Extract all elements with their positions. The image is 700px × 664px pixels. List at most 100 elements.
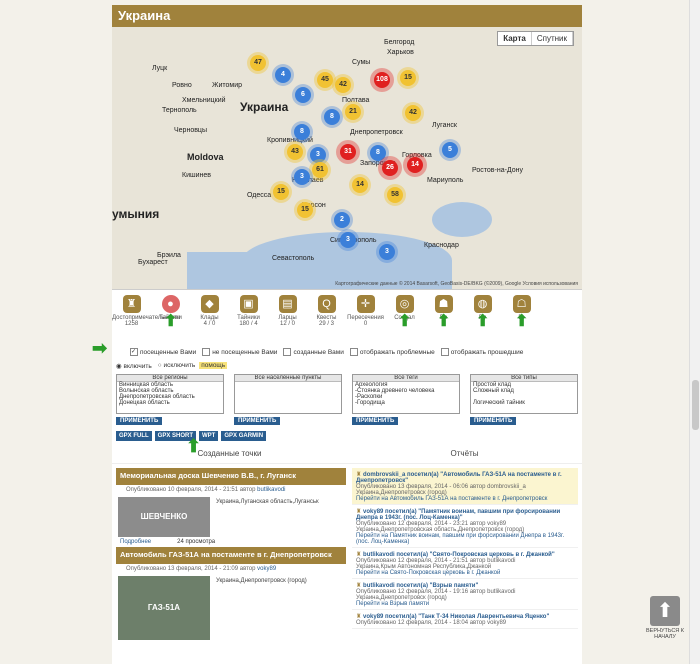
category-filter[interactable]: ▣ Тайники 180 / 4 — [229, 293, 268, 345]
report-goto-link[interactable]: Перейти на Свято-Покровская церковь в г.… — [356, 570, 576, 576]
azov-sea — [432, 202, 492, 237]
point-author-link[interactable]: butlikavodi — [257, 487, 285, 493]
back-to-top-button[interactable]: ⬆ ВЕРНУТЬСЯ К НАЧАЛУ — [646, 596, 684, 640]
map-cluster-marker[interactable]: 61 — [312, 162, 328, 178]
exclude-radio[interactable]: ○ исключить — [158, 362, 195, 369]
listbox-header[interactable]: Все регионы — [117, 375, 223, 382]
apply-button[interactable]: ПРИМЕНИТЬ — [116, 417, 163, 425]
map-cluster-marker[interactable]: 5 — [442, 142, 458, 158]
include-radio[interactable]: ◉ включить — [116, 362, 152, 370]
map-cluster-marker[interactable]: 58 — [387, 187, 403, 203]
map-cluster-marker[interactable]: 15 — [297, 202, 313, 218]
category-filter[interactable]: ◍ Пу ⬆ — [463, 293, 502, 345]
filter-checkbox[interactable] — [202, 348, 211, 356]
report-title-link[interactable]: dombrovskii_a посетил(а) "Автомобиль ГАЗ… — [356, 472, 562, 484]
category-count: 29 / 3 — [318, 321, 334, 327]
map-cluster-marker[interactable]: 2 — [334, 212, 350, 228]
map-cluster-marker[interactable]: 8 — [324, 109, 340, 125]
map-cluster-marker[interactable]: 3 — [294, 169, 310, 185]
gpx-download-button[interactable]: GPX FULL — [116, 431, 152, 441]
map-cluster-marker[interactable]: 47 — [250, 55, 266, 71]
map-cluster-marker[interactable]: 3 — [310, 147, 326, 163]
category-filter[interactable]: ◆ Клады 4 / 0 — [190, 293, 229, 345]
filter-listbox[interactable]: Все регионы Винницкая область Волынская об… — [116, 374, 224, 414]
point-author-link[interactable]: voky89 — [257, 566, 276, 572]
category-count: 12 / 0 — [279, 321, 295, 327]
map-city-label: Полтава — [342, 97, 370, 104]
apply-button[interactable]: ПРИМЕНИТЬ — [470, 417, 517, 425]
map-cluster-marker[interactable]: 3 — [379, 244, 395, 260]
filter-listbox[interactable]: Все населенные пункты — [234, 374, 342, 414]
filter-listbox[interactable]: Все типы Простой клад Сложный клад Логичес… — [470, 374, 578, 414]
map-city-label: Мариуполь — [427, 177, 464, 184]
category-filter[interactable]: Q Квесты 29 / 3 — [307, 293, 346, 345]
more-link[interactable]: Подробнее — [120, 539, 151, 545]
map-city-label: Житомир — [212, 82, 243, 89]
category-count: 0 — [363, 321, 368, 327]
category-filter[interactable]: ♜ Достопримечательности 1258 — [112, 293, 180, 345]
category-filter[interactable]: ● Тайники ⬆ — [151, 293, 190, 345]
map-cluster-marker[interactable]: 8 — [294, 124, 310, 140]
map-cluster-marker[interactable]: 3 — [340, 232, 356, 248]
map-button[interactable]: Карта — [498, 32, 532, 45]
map-cluster-marker[interactable]: 42 — [335, 77, 351, 93]
point-photo[interactable]: ШЕВЧЕНКО — [118, 497, 210, 537]
report-title-link[interactable]: voky89 посетил(а) "Памятник воинам, павш… — [356, 509, 560, 521]
listbox-option[interactable]: -Городища — [353, 400, 459, 406]
point-meta: Опубликовано 13 февраля, 2014 - 21:09 ав… — [126, 566, 277, 572]
satellite-button[interactable]: Спутник — [532, 32, 573, 45]
category-filter[interactable]: ◎ Создал ⬆ — [385, 293, 424, 345]
category-filter[interactable]: ✛ Пересечения 0 — [346, 293, 385, 345]
category-filter[interactable]: ☖ Ге ⬆ — [502, 293, 541, 345]
map[interactable]: Карта Спутник Украина Moldova умыния Луц… — [112, 27, 582, 290]
point-title[interactable]: Автомобиль ГАЗ-51А на постаменте в г. Дн… — [116, 547, 346, 564]
map-cluster-marker[interactable]: 15 — [400, 70, 416, 86]
country-label-ukraine: Украина — [240, 100, 289, 114]
listbox-header[interactable]: Все населенные пункты — [235, 375, 341, 382]
help-link[interactable]: помощь — [199, 362, 228, 369]
map-cluster-marker[interactable]: 108 — [374, 72, 390, 88]
map-cluster-marker[interactable]: 45 — [317, 72, 333, 88]
filter-checkbox[interactable] — [283, 348, 292, 356]
green-arrow-up-icon: ⬆ — [398, 313, 412, 330]
apply-button[interactable]: ПРИМЕНИТЬ — [352, 417, 399, 425]
gpx-download-button[interactable]: GPX GARMIN — [221, 431, 267, 441]
listbox-header[interactable]: Все теги — [353, 375, 459, 382]
filter-checkbox[interactable] — [349, 348, 358, 356]
map-cluster-marker[interactable]: 43 — [287, 144, 303, 160]
filter-list-group: Все населенные пункты ПРИМЕНИТЬ — [234, 374, 342, 425]
map-cluster-marker[interactable]: 31 — [340, 144, 356, 160]
filter-list-group: Все типы Простой клад Сложный клад Логичес… — [470, 374, 578, 425]
gpx-download-button[interactable]: WPT — [199, 431, 219, 441]
filter-checkbox[interactable] — [440, 348, 449, 356]
map-cluster-marker[interactable]: 26 — [382, 160, 398, 176]
map-cluster-marker[interactable]: 15 — [273, 184, 289, 200]
category-filter[interactable]: ▤ Ларцы 12 / 0 — [268, 293, 307, 345]
map-cluster-marker[interactable]: 14 — [352, 177, 368, 193]
map-cluster-marker[interactable]: 14 — [407, 157, 423, 173]
report-goto-link[interactable]: Перейти на Памятник воинам, павшим при ф… — [356, 533, 576, 545]
point-photo[interactable]: ГАЗ-51А — [118, 576, 210, 640]
apply-button[interactable]: ПРИМЕНИТЬ — [234, 417, 281, 425]
map-cluster-marker[interactable]: 8 — [370, 145, 386, 161]
listbox-option[interactable]: Донецкая область — [117, 400, 223, 406]
map-cluster-marker[interactable]: 6 — [295, 87, 311, 103]
category-bar: ♜ Достопримечательности 1258 ● Тайники ⬆ ◆ Клад… — [112, 290, 582, 345]
report-goto-link[interactable]: Перейти на Взрыв памяти — [356, 601, 576, 607]
arrow-up-icon: ⬆ — [650, 596, 680, 626]
map-cluster-marker[interactable]: 21 — [345, 104, 361, 120]
map-cluster-marker[interactable]: 42 — [405, 105, 421, 121]
filter-listbox[interactable]: Все теги Археология -Стоянка древнего чело… — [352, 374, 460, 414]
category-filter[interactable]: ☗ Во ⬆ — [424, 293, 463, 345]
map-city-label: Черновцы — [174, 127, 207, 134]
map-cluster-marker[interactable]: 4 — [275, 67, 291, 83]
point-title[interactable]: Мемориальная доска Шевченко В.В., г. Луг… — [116, 468, 346, 485]
scrollbar[interactable] — [689, 0, 700, 664]
listbox-header[interactable]: Все типы — [471, 375, 577, 382]
map-city-label: Ростов-на-Дону — [472, 167, 523, 174]
report-goto-link[interactable]: Перейти на Автомобиль ГАЗ-51А на постаме… — [356, 496, 576, 502]
scroll-thumb[interactable] — [692, 380, 699, 430]
green-arrow-up-icon: ⬆ — [164, 313, 178, 330]
filter-checkbox[interactable]: ✓ — [130, 348, 138, 356]
listbox-option[interactable]: Логический тайник — [471, 400, 577, 406]
